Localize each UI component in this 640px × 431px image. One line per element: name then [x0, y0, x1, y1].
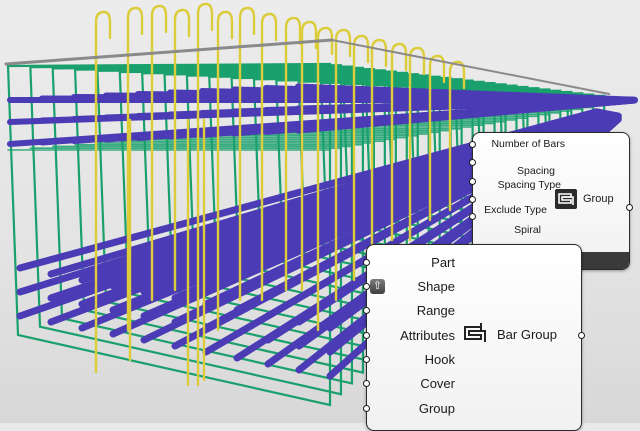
- component-center-plate: Bar Group: [461, 321, 557, 347]
- input-port[interactable]: [469, 196, 476, 203]
- input-hook[interactable]: Hook: [367, 352, 455, 367]
- input-label: Range: [416, 303, 455, 318]
- input-label: Spacing: [517, 165, 555, 177]
- top-rail: [4, 38, 334, 66]
- output-label: Bar Group: [497, 326, 557, 342]
- input-port[interactable]: [469, 178, 476, 185]
- input-port[interactable]: [469, 213, 476, 220]
- input-spacing[interactable]: Spacing: [473, 165, 555, 177]
- input-port[interactable]: [363, 259, 370, 266]
- input-port[interactable]: [469, 141, 476, 148]
- input-spacing-type[interactable]: Spacing Type: [473, 179, 561, 191]
- input-port[interactable]: [363, 356, 370, 363]
- output-port[interactable]: [626, 204, 633, 211]
- input-label: Hook: [424, 352, 455, 367]
- output-label: Group: [583, 193, 614, 205]
- input-label: Part: [431, 255, 455, 270]
- input-label: Group: [418, 401, 455, 416]
- input-label: Number of Bars: [491, 138, 565, 150]
- input-label: Cover: [420, 376, 455, 391]
- output-port[interactable]: [578, 332, 585, 339]
- input-range[interactable]: Range: [367, 303, 455, 318]
- arrow-up-icon: ⇧: [370, 279, 385, 294]
- bar-group-component[interactable]: Part Shape Range Attributes Hook Cover G…: [363, 244, 585, 431]
- input-part[interactable]: Part: [367, 255, 455, 270]
- input-port[interactable]: [363, 283, 370, 290]
- stacked-bars-icon: [555, 189, 577, 209]
- stacked-bars-icon: [461, 321, 491, 347]
- input-attributes[interactable]: Attributes: [367, 328, 455, 343]
- input-port[interactable]: [363, 405, 370, 412]
- input-label: Attributes: [400, 328, 455, 343]
- input-label: Spacing Type: [497, 179, 561, 191]
- input-label: Shape: [417, 279, 455, 294]
- input-label: Exclude Type: [484, 204, 547, 216]
- input-cover[interactable]: Cover: [367, 376, 455, 391]
- input-spiral[interactable]: Spiral: [473, 224, 541, 236]
- input-port[interactable]: [469, 159, 476, 166]
- input-number-of-bars[interactable]: Number of Bars: [485, 138, 565, 150]
- input-label: Spiral: [514, 224, 541, 236]
- input-port[interactable]: [363, 380, 370, 387]
- input-exclude-type[interactable]: Exclude Type: [473, 204, 547, 216]
- input-group[interactable]: Group: [367, 401, 455, 416]
- component-center-plate: Group: [555, 189, 614, 209]
- input-port[interactable]: [363, 307, 370, 314]
- input-port[interactable]: [363, 332, 370, 339]
